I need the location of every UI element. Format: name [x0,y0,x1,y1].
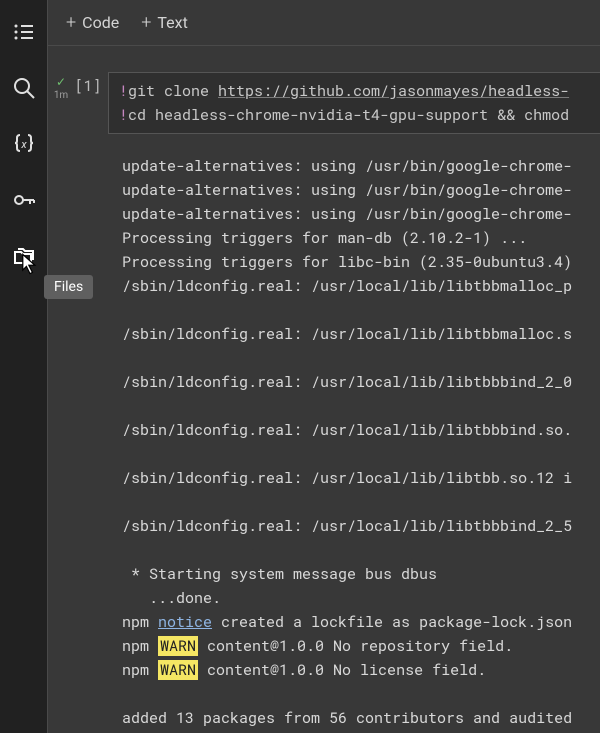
code-text: cd headless-chrome-nvidia-t4-gpu-support… [128,105,569,125]
sidebar-item-search[interactable] [10,74,38,102]
status-check-icon: ✓ [56,76,66,88]
output-text: Processing triggers for man-db (2.10.2-1… [122,228,527,248]
cell-output: update-alternatives: using /usr/bin/goog… [48,134,600,733]
code-editor[interactable]: !git clone https://github.com/jasonmayes… [108,72,600,134]
code-url: https://github.com/jasonmayes/headless- [218,81,569,101]
code-cell[interactable]: ✓ 1m [1] !git clone https://github.com/j… [48,72,600,134]
add-text-label: Text [157,13,187,32]
search-icon [12,76,36,100]
output-text: update-alternatives: using /usr/bin/goog… [122,180,572,200]
sidebar-item-variables[interactable]: x [10,130,38,158]
left-sidebar: x [0,0,48,733]
shell-prefix: ! [119,81,128,101]
toc-icon [12,20,36,44]
npm-warn-badge: WARN [158,660,198,680]
output-text: npm [122,660,158,680]
output-text: npm [122,636,158,656]
npm-notice-link[interactable]: notice [158,612,212,632]
output-text: content@1.0.0 No license field. [198,660,486,680]
output-text: /sbin/ldconfig.real: /usr/local/lib/libt… [122,468,572,488]
notebook-area: ✓ 1m [1] !git clone https://github.com/j… [48,46,600,733]
output-text: npm [122,612,158,632]
plus-icon: + [66,12,76,33]
svg-text:x: x [20,138,27,151]
output-text: /sbin/ldconfig.real: /usr/local/lib/libt… [122,372,572,392]
add-code-button[interactable]: + Code [66,12,119,33]
cell-toolbar: + Code + Text [48,0,600,46]
output-text: update-alternatives: using /usr/bin/goog… [122,156,572,176]
main-area: + Code + Text ✓ 1m [1] !git clone https:… [48,0,600,733]
output-text: * Starting system message bus dbus [122,564,437,584]
shell-prefix: ! [119,105,128,125]
output-text: /sbin/ldconfig.real: /usr/local/lib/libt… [122,516,572,536]
output-text: /sbin/ldconfig.real: /usr/local/lib/libt… [122,324,572,344]
output-text: content@1.0.0 No repository field. [198,636,513,656]
output-text: Processing triggers for libc-bin (2.35-0… [122,252,572,272]
key-icon [12,188,36,212]
cursor-icon [18,252,42,276]
exec-count: [1] [68,72,108,96]
add-code-label: Code [82,13,119,32]
output-text: added 13 packages from 56 contributors a… [122,708,572,728]
output-text: /sbin/ldconfig.real: /usr/local/lib/libt… [122,276,572,296]
braces-icon: x [12,132,36,156]
output-text: /sbin/ldconfig.real: /usr/local/lib/libt… [122,420,572,440]
sidebar-item-toc[interactable] [10,18,38,46]
sidebar-item-secrets[interactable] [10,186,38,214]
code-text: git clone [128,81,218,101]
cell-gutter: ✓ 1m [54,72,68,101]
add-text-button[interactable]: + Text [141,12,188,33]
sidebar-item-files[interactable] [10,242,38,270]
output-text: ...done. [122,588,221,608]
exec-duration: 1m [54,90,68,101]
output-text: update-alternatives: using /usr/bin/goog… [122,204,572,224]
plus-icon: + [141,12,151,33]
npm-warn-badge: WARN [158,636,198,656]
output-text: created a lockfile as package-lock.json [212,612,572,632]
